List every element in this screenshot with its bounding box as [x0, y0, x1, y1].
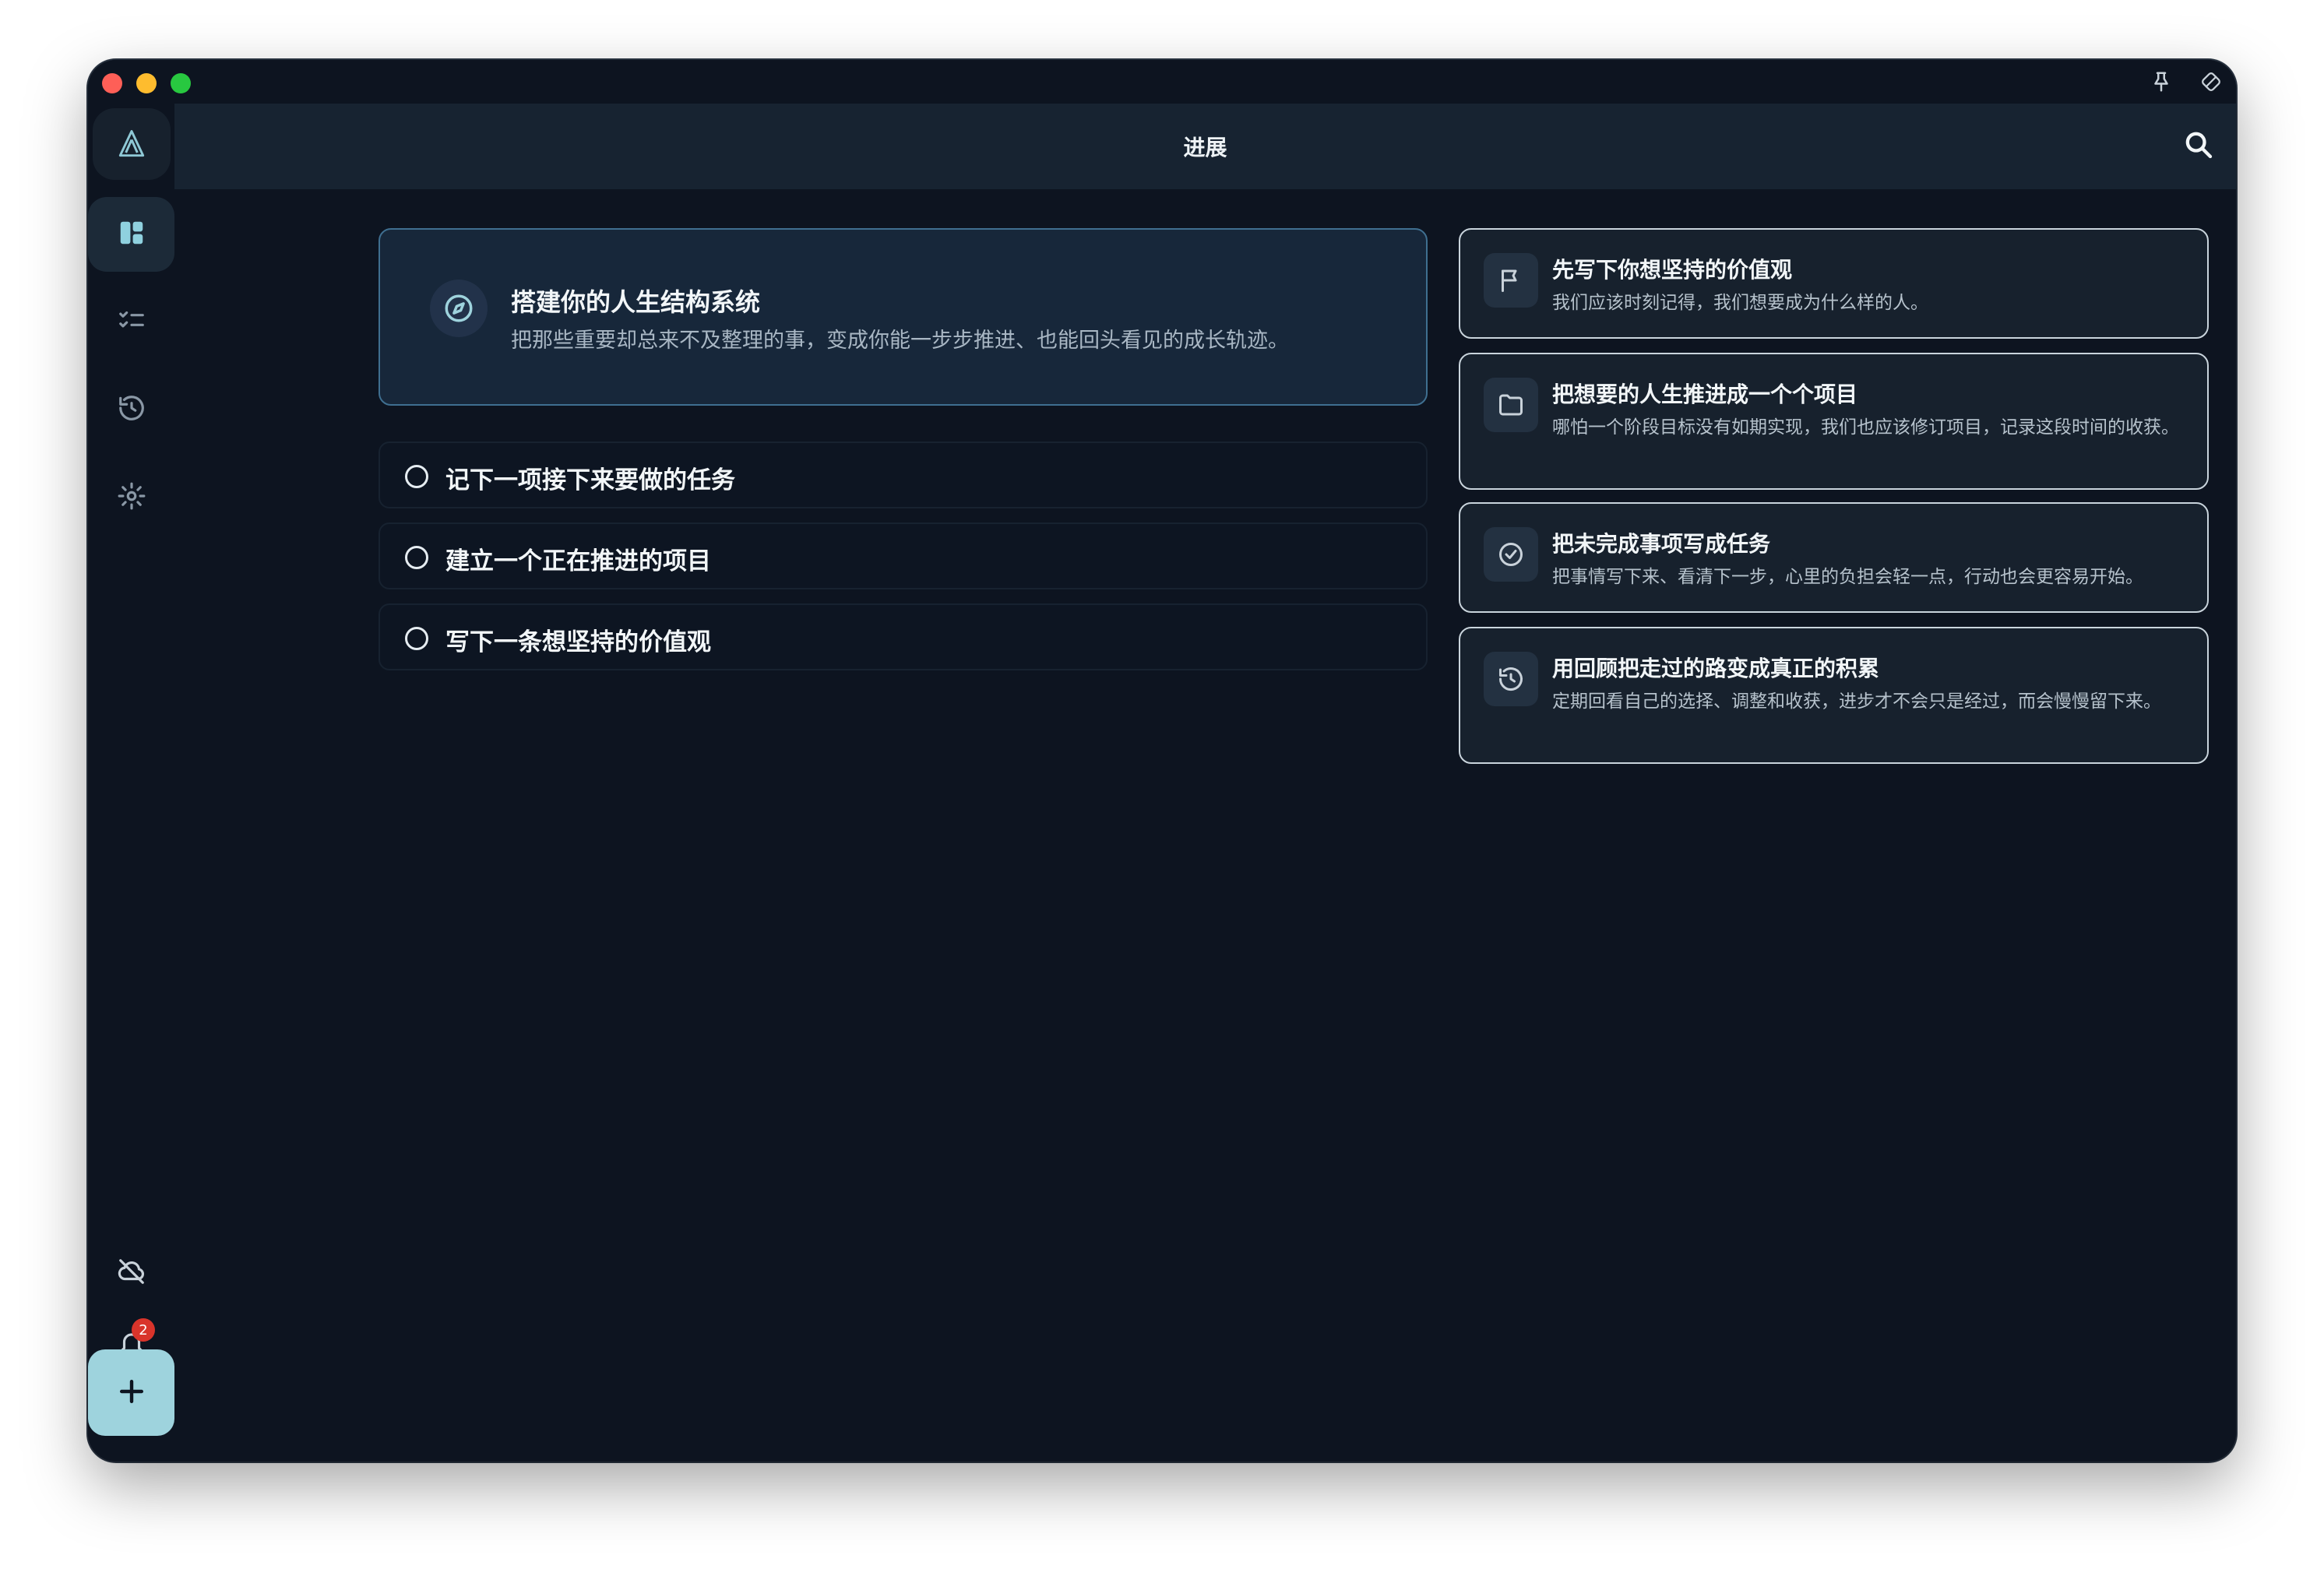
zoom-window-button[interactable]: [171, 73, 191, 93]
task-label: 建立一个正在推进的项目: [445, 547, 711, 575]
app-logo-icon[interactable]: [93, 108, 171, 180]
rotate-icon[interactable]: [2197, 68, 2225, 96]
app-window: 2 进展 搭建你的人生结构系统 把那些重要却总来不及整理的事，变成你能一步步推进…: [88, 60, 2236, 1462]
task-item[interactable]: 写下一条想坚持的价值观: [379, 603, 1428, 670]
title-bar: [88, 60, 2236, 104]
sidebar-item-settings[interactable]: [88, 460, 174, 535]
task-checkbox[interactable]: [405, 465, 428, 488]
close-window-button[interactable]: [102, 73, 122, 93]
add-button[interactable]: [88, 1349, 174, 1436]
sync-status-button[interactable]: [88, 1236, 174, 1310]
tip-card-values[interactable]: 先写下你想坚持的价值观 我们应该时刻记得，我们想要成为什么样的人。: [1459, 228, 2209, 339]
history-icon: [117, 393, 146, 426]
sidebar-item-dashboard[interactable]: [88, 197, 174, 272]
sidebar-item-history[interactable]: [88, 372, 174, 447]
tip-description: 把事情写下来、看清下一步，心里的负担会轻一点，行动也会更容易开始。: [1552, 567, 2143, 587]
tip-description: 哪怕一个阶段目标没有如期实现，我们也应该修订项目，记录这段时间的收获。: [1552, 417, 2179, 438]
dashboard-icon: [117, 218, 146, 251]
settings-icon: [117, 481, 146, 514]
compass-icon: [430, 280, 488, 337]
hero-title: 搭建你的人生结构系统: [511, 287, 761, 317]
hero-card[interactable]: 搭建你的人生结构系统 把那些重要却总来不及整理的事，变成你能一步步推进、也能回头…: [379, 228, 1428, 406]
tip-card-tasks[interactable]: 把未完成事项写成任务 把事情写下来、看清下一步，心里的负担会轻一点，行动也会更容…: [1459, 502, 2209, 613]
tip-description: 定期回看自己的选择、调整和收获，进步才不会只是经过，而会慢慢留下来。: [1552, 691, 2161, 712]
task-label: 记下一项接下来要做的任务: [445, 466, 735, 494]
plus-icon: [114, 1374, 149, 1412]
folder-icon: [1484, 378, 1538, 432]
task-item[interactable]: 记下一项接下来要做的任务: [379, 441, 1428, 508]
cloud-off-icon: [117, 1257, 146, 1289]
sidebar: 2: [88, 104, 174, 1462]
tip-description: 我们应该时刻记得，我们想要成为什么样的人。: [1552, 293, 1928, 313]
tip-title: 把未完成事项写成任务: [1552, 531, 1771, 557]
sidebar-item-tasks[interactable]: [88, 284, 174, 359]
page-title: 进展: [1183, 135, 1227, 160]
search-button[interactable]: [2180, 128, 2217, 165]
task-label: 写下一条想坚持的价值观: [445, 628, 711, 656]
tip-card-projects[interactable]: 把想要的人生推进成一个个项目 哪怕一个阶段目标没有如期实现，我们也应该修订项目，…: [1459, 353, 2209, 490]
tip-title: 把想要的人生推进成一个个项目: [1552, 382, 1858, 407]
tip-card-review[interactable]: 用回顾把走过的路变成真正的积累 定期回看自己的选择、调整和收获，进步才不会只是经…: [1459, 627, 2209, 764]
notification-badge: 2: [132, 1318, 155, 1342]
tip-title: 用回顾把走过的路变成真正的积累: [1552, 656, 1880, 681]
task-checkbox[interactable]: [405, 546, 428, 569]
main-content: 搭建你的人生结构系统 把那些重要却总来不及整理的事，变成你能一步步推进、也能回头…: [174, 189, 2236, 1462]
task-item[interactable]: 建立一个正在推进的项目: [379, 522, 1428, 589]
tip-title: 先写下你想坚持的价值观: [1552, 257, 1793, 283]
history-icon: [1484, 652, 1538, 706]
minimize-window-button[interactable]: [136, 73, 157, 93]
header: 进展: [174, 104, 2236, 189]
check-circle-icon: [1484, 527, 1538, 582]
search-icon: [2183, 129, 2214, 164]
task-checkbox[interactable]: [405, 627, 428, 650]
task-list-icon: [117, 305, 146, 338]
hero-subtitle: 把那些重要却总来不及整理的事，变成你能一步步推进、也能回头看见的成长轨迹。: [511, 329, 1289, 353]
pin-icon[interactable]: [2147, 68, 2175, 96]
flag-icon: [1484, 253, 1538, 308]
